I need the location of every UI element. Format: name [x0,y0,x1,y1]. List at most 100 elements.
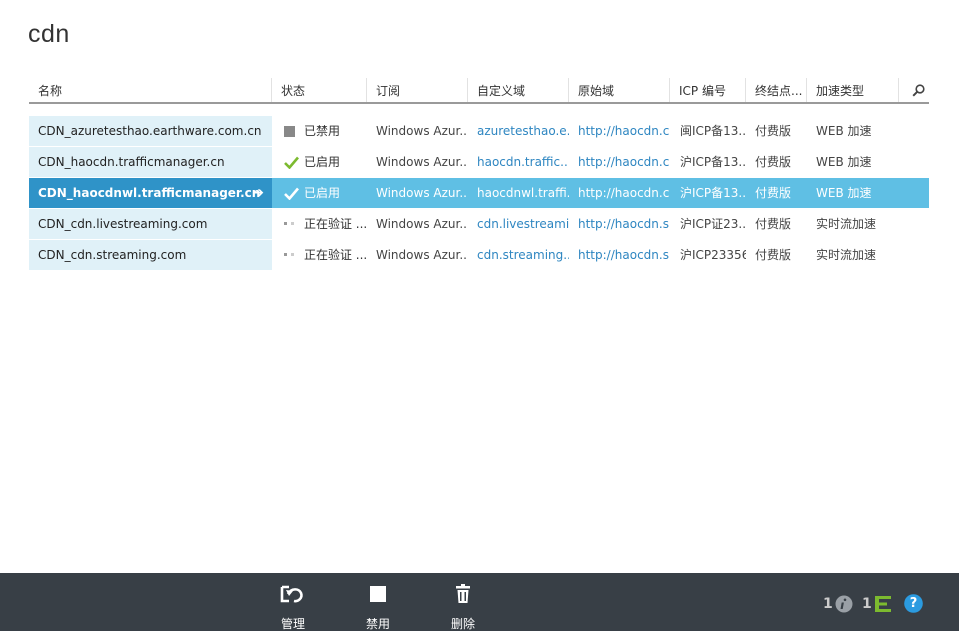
cell-status: 已启用 [272,147,367,177]
cell-custom-domain[interactable]: azuretesthao.e... [468,116,569,146]
status-text: 已启用 [304,186,341,200]
cell-accel-type-text: 实时流加速 [816,248,877,262]
help-label: ? [909,596,918,611]
cell-subscription-text: Windows Azur... [376,217,468,231]
col-header-status[interactable]: 状态 [272,78,367,102]
page-title: cdn [28,20,70,48]
operations-count: 1 [862,596,872,612]
info-status-button[interactable]: 1 [823,595,853,613]
cell-accel-type: WEB 加速 [807,147,899,177]
search-icon [912,83,925,97]
cell-icp-text: 闽ICP备13... [680,124,746,138]
cell-subscription-text: Windows Azur... [376,248,468,262]
cell-custom-domain[interactable]: cdn.streaming.... [468,240,569,270]
cell-custom-domain-text: haocdnwl.traffi... [477,186,569,200]
cell-icp: 沪ICP证23... [670,209,746,239]
open-arrow-icon[interactable]: ➔ [252,178,264,208]
cell-accel-type-text: 实时流加速 [816,217,877,231]
status-text: 正在验证 ... [303,217,367,231]
cell-name-text: CDN_haocdnwl.trafficmanager.cn [38,186,261,200]
manage-button[interactable]: 管理 [263,581,323,632]
cell-endpoint-text: 付费版 [755,217,792,231]
cell-name-text: CDN_cdn.streaming.com [38,248,187,262]
grid-body: CDN_azuretesthao.earthware.com.cn 已禁用 Wind… [29,116,929,271]
manage-label: 管理 [280,617,305,631]
table-row[interactable]: CDN_haocdn.trafficmanager.cn 已启用 Windows A… [29,147,929,178]
cell-endpoint: 付费版 [746,209,807,239]
col-header-endpoint[interactable]: 终结点... [746,78,807,102]
cell-custom-domain-text: cdn.livestreami... [477,217,569,231]
status-text: 已禁用 [304,124,341,138]
disable-label: 禁用 [365,617,390,631]
cell-origin-domain[interactable]: http://haocdn.c... [569,178,670,208]
cell-status: 已启用 [272,178,367,208]
cell-endpoint-text: 付费版 [755,248,792,262]
col-header-name[interactable]: 名称 [29,78,272,102]
cell-endpoint-text: 付费版 [755,155,792,169]
table-row[interactable]: CDN_cdn.streaming.com 正在验证 ... Windows Azu… [29,240,929,271]
cell-origin-domain[interactable]: http://haocdn.s... [569,209,670,239]
delete-button[interactable]: 删除 [433,581,493,632]
check-icon [284,187,300,200]
cell-origin-domain-text: http://haocdn.c... [578,186,670,200]
cell-status: 已禁用 [272,116,367,146]
cell-origin-domain[interactable]: http://haocdn.s... [569,240,670,270]
cell-origin-domain-text: http://haocdn.s... [578,217,670,231]
cell-name[interactable]: CDN_haocdn.trafficmanager.cn [29,147,272,177]
col-header-subscription[interactable]: 订阅 [367,78,468,102]
cell-custom-domain-text: azuretesthao.e... [477,124,569,138]
cell-custom-domain[interactable]: cdn.livestreami... [468,209,569,239]
cell-origin-domain[interactable]: http://haocdn.c... [569,147,670,177]
cell-subscription: Windows Azur... [367,116,468,146]
cell-name[interactable]: CDN_azuretesthao.earthware.com.cn [29,116,272,146]
col-header-origin-domain[interactable]: 原始域 [569,78,670,102]
cell-custom-domain[interactable]: haocdn.traffic... [468,147,569,177]
operations-list-icon [874,596,891,612]
disable-button[interactable]: 禁用 [348,581,408,632]
cell-accel-type: WEB 加速 [807,178,899,208]
cell-endpoint-text: 付费版 [755,186,792,200]
cell-subscription: Windows Azur... [367,147,468,177]
table-row[interactable]: CDN_haocdnwl.trafficmanager.cn ➔ 已启用 Window… [29,178,929,209]
table-row[interactable]: CDN_azuretesthao.earthware.com.cn 已禁用 Wind… [29,116,929,147]
cdn-endpoints-grid: 名称 状态 订阅 自定义域 原始域 ICP 编号 终结点... 加速类型 CDN… [29,78,929,271]
cell-name-text: CDN_cdn.livestreaming.com [38,217,208,231]
cell-icp: 闽ICP备13... [670,116,746,146]
cell-endpoint: 付费版 [746,116,807,146]
status-text: 已启用 [304,155,341,169]
cell-accel-type: 实时流加速 [807,209,899,239]
cell-name[interactable]: CDN_cdn.livestreaming.com [29,209,272,239]
cell-accel-type-text: WEB 加速 [816,124,872,138]
progress-dots-icon [284,253,300,257]
cell-accel-type: WEB 加速 [807,116,899,146]
cell-origin-domain-text: http://haocdn.s... [578,248,670,262]
trash-icon [456,584,470,603]
cell-name[interactable]: CDN_haocdnwl.trafficmanager.cn ➔ [29,178,272,208]
col-header-custom-domain[interactable]: 自定义域 [468,78,569,102]
status-text: 正在验证 ... [303,248,367,262]
col-header-accel-type[interactable]: 加速类型 [807,78,899,102]
cell-status: 正在验证 ... [272,209,367,239]
progress-dots-icon [284,222,300,226]
cell-name[interactable]: CDN_cdn.streaming.com [29,240,272,270]
cell-icp-text: 沪ICP23356 [680,248,746,262]
table-row[interactable]: CDN_cdn.livestreaming.com 正在验证 ... Windows… [29,209,929,240]
cell-endpoint-text: 付费版 [755,124,792,138]
delete-label: 删除 [450,617,475,631]
cell-icp: 沪ICP备13... [670,147,746,177]
cell-subscription: Windows Azur... [367,178,468,208]
grid-search-button[interactable] [899,78,929,102]
col-header-icp[interactable]: ICP 编号 [670,78,746,102]
command-bar: 管理 禁用 删除 1 1 ? [0,573,959,631]
cell-icp-text: 沪ICP证23... [680,217,746,231]
cell-subscription-text: Windows Azur... [376,186,468,200]
operations-status-button[interactable]: 1 [862,595,892,613]
cell-custom-domain[interactable]: haocdnwl.traffi... [468,178,569,208]
cell-origin-domain[interactable]: http://haocdn.c... [569,116,670,146]
help-button[interactable]: ? [904,594,923,613]
manage-icon [280,585,303,603]
cell-origin-domain-text: http://haocdn.c... [578,124,670,138]
info-count: 1 [823,596,833,612]
cell-origin-domain-text: http://haocdn.c... [578,155,670,169]
cell-custom-domain-text: cdn.streaming.... [477,248,569,262]
